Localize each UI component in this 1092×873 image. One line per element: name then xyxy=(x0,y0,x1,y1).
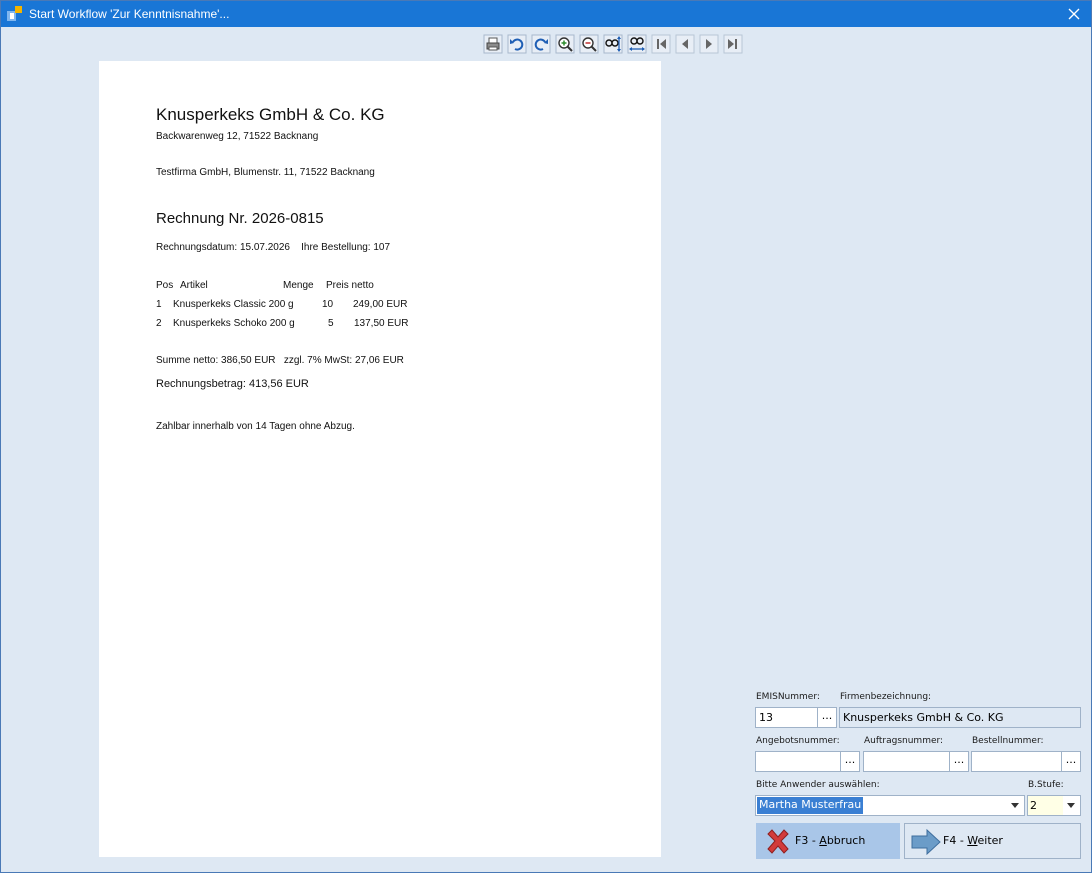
firma-label: Firmenbezeichnung: xyxy=(840,692,932,702)
window-title: Start Workflow 'Zur Kenntnisnahme'... xyxy=(29,7,230,21)
close-icon[interactable] xyxy=(1063,4,1085,24)
last-page-icon[interactable] xyxy=(723,34,743,54)
fit-width-icon[interactable] xyxy=(627,34,647,54)
emis-value: 13 xyxy=(759,711,773,724)
emis-label: EMISNummer: xyxy=(756,692,820,702)
anwender-value: Martha Musterfrau xyxy=(757,797,864,814)
invoice-title: Rechnung Nr. 2026-0815 xyxy=(156,210,324,227)
payment-terms: Zahlbar innerhalb von 14 Tagen ohne Abzu… xyxy=(156,421,355,432)
header-menge: Menge xyxy=(283,280,314,291)
bestell-lookup-button[interactable]: ... xyxy=(1061,752,1080,771)
chevron-down-icon[interactable] xyxy=(1063,796,1080,815)
angebot-field[interactable]: ... xyxy=(755,751,860,772)
auftrag-field[interactable]: ... xyxy=(863,751,969,772)
workflow-dialog: Start Workflow 'Zur Kenntnisnahme'... Kn… xyxy=(0,0,1092,873)
cell-artikel: Knusperkeks Schoko 200 g xyxy=(173,318,295,329)
anwender-select[interactable]: Martha Musterfrau xyxy=(755,795,1025,816)
cell-pos: 1 xyxy=(156,299,162,310)
document-preview: Knusperkeks GmbH & Co. KG Backwarenweg 1… xyxy=(99,61,661,857)
emis-field[interactable]: 13 ... xyxy=(755,707,837,728)
first-page-icon[interactable] xyxy=(651,34,671,54)
red-x-icon xyxy=(767,829,789,854)
header-preis: Preis netto xyxy=(326,280,374,291)
cell-pos: 2 xyxy=(156,318,162,329)
bestell-field[interactable]: ... xyxy=(971,751,1081,772)
angebot-lookup-button[interactable]: ... xyxy=(840,752,859,771)
invoice-total: Rechnungsbetrag: 413,56 EUR xyxy=(156,378,309,390)
auftrag-label: Auftragsnummer: xyxy=(864,736,944,746)
cell-preis: 249,00 EUR xyxy=(353,299,408,310)
anwender-label: Bitte Anwender auswählen: xyxy=(756,780,880,790)
undo-icon[interactable] xyxy=(507,34,527,54)
cancel-label: F3 - Abbruch xyxy=(795,834,866,847)
stufe-label: B.Stufe: xyxy=(1028,780,1064,790)
header-artikel: Artikel xyxy=(180,280,208,291)
firma-value: Knusperkeks GmbH & Co. KG xyxy=(843,711,1004,724)
next-page-icon[interactable] xyxy=(699,34,719,54)
cancel-button[interactable]: F3 - Abbruch xyxy=(756,823,900,859)
chevron-down-icon[interactable] xyxy=(1007,796,1024,815)
stufe-select[interactable]: 2 xyxy=(1027,795,1081,816)
emis-lookup-button[interactable]: ... xyxy=(817,708,836,727)
stufe-value: 2 xyxy=(1030,799,1037,812)
firma-field[interactable]: Knusperkeks GmbH & Co. KG xyxy=(839,707,1081,728)
zoom-in-icon[interactable] xyxy=(555,34,575,54)
print-icon[interactable] xyxy=(483,34,503,54)
cell-preis: 137,50 EUR xyxy=(354,318,409,329)
invoice-meta: Rechnungsdatum: 15.07.2026 Ihre Bestellu… xyxy=(156,242,391,253)
bestell-label: Bestellnummer: xyxy=(972,736,1044,746)
fit-height-icon[interactable] xyxy=(603,34,623,54)
app-icon xyxy=(7,6,22,21)
redo-icon[interactable] xyxy=(531,34,551,54)
recipient-address: Testfirma GmbH, Blumenstr. 11, 71522 Bac… xyxy=(156,167,375,178)
next-button[interactable]: F4 - Weiter xyxy=(904,823,1081,859)
cell-menge: 10 xyxy=(322,299,334,310)
auftrag-lookup-button[interactable]: ... xyxy=(949,752,968,771)
right-arrow-icon xyxy=(911,828,941,856)
angebot-label: Angebotsnummer: xyxy=(756,736,840,746)
next-label: F4 - Weiter xyxy=(943,834,1003,847)
zoom-out-icon[interactable] xyxy=(579,34,599,54)
sender-address: Backwarenweg 12, 71522 Backnang xyxy=(156,131,319,142)
cell-artikel: Knusperkeks Classic 200 g xyxy=(173,299,294,310)
header-pos: Pos xyxy=(156,280,174,291)
sum-line: Summe netto: 386,50 EUR zzgl. 7% MwSt: 2… xyxy=(156,355,404,366)
title-bar[interactable]: Start Workflow 'Zur Kenntnisnahme'... xyxy=(1,1,1091,27)
company-name: Knusperkeks GmbH & Co. KG xyxy=(156,105,385,124)
previous-page-icon[interactable] xyxy=(675,34,695,54)
cell-menge: 5 xyxy=(328,318,334,329)
